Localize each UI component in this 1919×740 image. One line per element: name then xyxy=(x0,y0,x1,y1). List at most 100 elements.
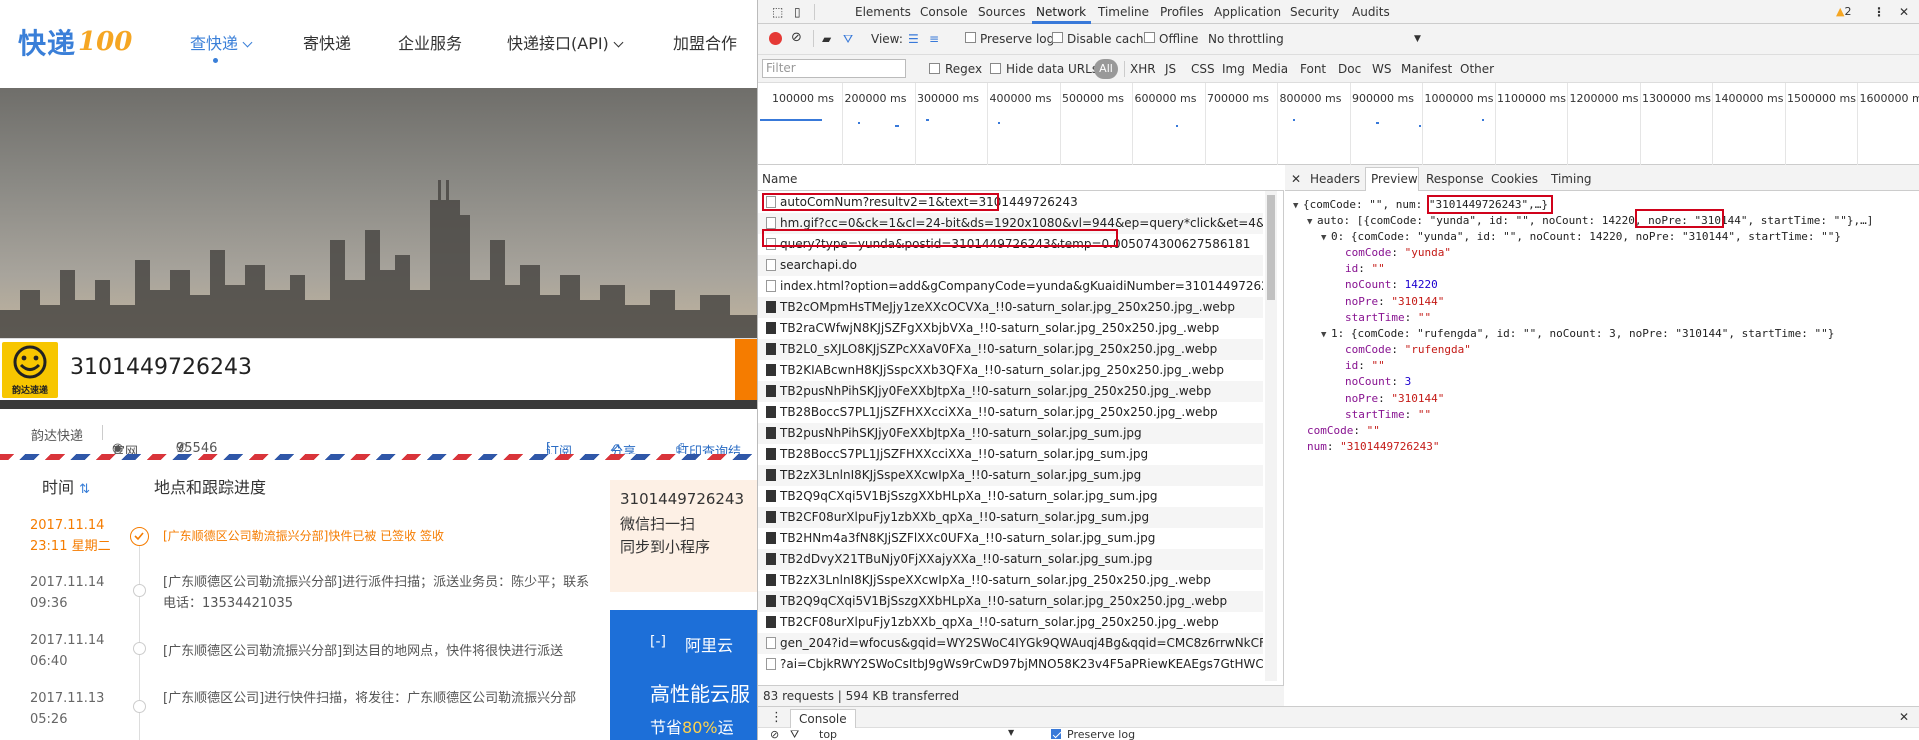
col-time-header[interactable]: 时间 ⇅ xyxy=(42,474,90,498)
json-property[interactable]: comCode: "" xyxy=(1307,424,1380,437)
json-property[interactable]: id: "" xyxy=(1345,359,1385,372)
device-toolbar-icon[interactable]: ▯ xyxy=(794,5,801,19)
json-property[interactable]: startTime: "" xyxy=(1345,311,1431,324)
json-property[interactable]: startTime: "" xyxy=(1345,408,1431,421)
tab-network[interactable]: Network xyxy=(1036,5,1086,19)
expand-triangle-icon[interactable]: ▼ xyxy=(1307,217,1317,227)
expand-triangle-icon[interactable]: ▼ xyxy=(1321,233,1331,243)
tab-profiles[interactable]: Profiles xyxy=(1160,5,1204,19)
filter-type-all[interactable]: All xyxy=(1094,59,1118,79)
json-property[interactable]: noCount: 3 xyxy=(1345,375,1411,388)
request-row[interactable]: ?ai=CbjkRWY2SWoCsItbJ9gWs9rCwD97bjMNO58K… xyxy=(758,654,1263,675)
filter-icon[interactable]: ⛛ xyxy=(843,32,853,47)
filter-type-doc[interactable]: Doc xyxy=(1338,62,1361,76)
console-preserve-log-checkbox[interactable] xyxy=(1051,729,1061,739)
network-overview[interactable]: 100000 ms 200000 ms 300000 ms 400000 ms 5000… xyxy=(758,83,1919,165)
request-row[interactable]: TB28BoccS7PL1JjSZFHXXcciXXa_!!0-saturn_s… xyxy=(758,444,1263,465)
tab-cookies[interactable]: Cookies xyxy=(1491,172,1538,186)
request-row[interactable]: TB2HNm4a3fN8KJjSZFlXXc0UFXa_!!0-saturn_s… xyxy=(758,528,1263,549)
request-row[interactable]: TB2Q9qCXqi5V1BjSszgXXbHLpXa_!!0-saturn_s… xyxy=(758,591,1263,612)
filter-type-img[interactable]: Img xyxy=(1222,62,1245,76)
close-devtools-icon[interactable]: ✕ xyxy=(1899,5,1909,19)
json-item1-line[interactable]: ▼ 1: {comCode: "rufengda", id: "", noCoun… xyxy=(1321,327,1834,340)
request-row[interactable]: TB2cOMpmHsTMeJjy1zeXXcOCVXa_!!0-saturn_s… xyxy=(758,297,1263,318)
filter-type-font[interactable]: Font xyxy=(1300,62,1326,76)
filter-input[interactable]: Filter xyxy=(762,59,906,78)
overview-icon[interactable]: ≡ xyxy=(929,32,939,46)
request-row[interactable]: TB2zX3LnlnI8KJjSspeXXcwIpXa_!!0-saturn_s… xyxy=(758,570,1263,591)
tab-sources[interactable]: Sources xyxy=(978,5,1025,19)
requests-scrollbar[interactable] xyxy=(1265,191,1277,681)
nav-api[interactable]: 快递接口(API) xyxy=(507,30,624,54)
warning-badge[interactable]: ▲2 xyxy=(1836,5,1851,18)
json-auto-line[interactable]: ▼ auto: [{comCode: "yunda", id: "", noCou… xyxy=(1307,214,1873,227)
request-row[interactable]: TB2CF08urXlpuFjy1zbXXb_qpXa_!!0-saturn_s… xyxy=(758,612,1263,633)
request-row[interactable]: TB2raCWfwjN8KJjSZFgXXbjbVXa_!!0-saturn_s… xyxy=(758,318,1263,339)
expand-triangle-icon[interactable]: ▼ xyxy=(1321,330,1331,340)
context-select[interactable]: top xyxy=(819,728,837,740)
request-row[interactable]: TB2Q9qCXqi5V1BjSszgXXbHLpXa_!!0-saturn_s… xyxy=(758,486,1263,507)
close-detail-icon[interactable]: ✕ xyxy=(1291,172,1301,186)
throttling-dropdown-icon[interactable]: ▼ xyxy=(1414,34,1421,44)
clear-icon[interactable]: ⊘ xyxy=(791,30,802,45)
filter-type-ws[interactable]: WS xyxy=(1372,62,1391,76)
site-logo[interactable]: 快递 100 xyxy=(18,22,132,62)
clear-console-icon[interactable]: ⊘ xyxy=(770,728,779,740)
json-property[interactable]: noPre: "310144" xyxy=(1345,392,1444,405)
filter-type-media[interactable]: Media xyxy=(1252,62,1288,76)
request-row[interactable]: TB2pusNhPihSKJjy0FeXXbJtpXa_!!0-saturn_s… xyxy=(758,381,1263,402)
filter-type-xhr[interactable]: XHR xyxy=(1130,62,1156,76)
request-row[interactable]: index.html?option=add&gCompanyCode=yunda… xyxy=(758,276,1263,297)
tab-security[interactable]: Security xyxy=(1290,5,1339,19)
inspect-icon[interactable]: ⬚ xyxy=(772,5,783,19)
scrollbar-thumb[interactable] xyxy=(1267,195,1275,300)
request-row[interactable]: TB2dDvyX21TBuNjy0FjXXajyXXa_!!0-saturn_s… xyxy=(758,549,1263,570)
expand-triangle-icon[interactable]: ▼ xyxy=(1293,201,1303,211)
console-drawer-tab[interactable]: Console xyxy=(790,709,856,728)
tab-timing[interactable]: Timing xyxy=(1551,172,1592,186)
tab-console[interactable]: Console xyxy=(920,5,968,19)
nav-send-parcel[interactable]: 寄快递 xyxy=(303,30,351,54)
filter-type-other[interactable]: Other xyxy=(1460,62,1494,76)
request-row[interactable]: TB2CF08urXlpuFjy1zbXXb_qpXa_!!0-saturn_s… xyxy=(758,507,1263,528)
filter-type-js[interactable]: JS xyxy=(1165,62,1176,76)
throttling-select[interactable]: No throttling xyxy=(1208,32,1284,46)
json-property[interactable]: noPre: "310144" xyxy=(1345,295,1444,308)
context-dropdown-icon[interactable]: ▼ xyxy=(1008,728,1014,737)
filter-type-css[interactable]: CSS xyxy=(1191,62,1215,76)
request-row[interactable]: TB2L0_sXJLO8KJjSZPcXXaV0FXa_!!0-saturn_s… xyxy=(758,339,1263,360)
hide-data-urls-checkbox[interactable] xyxy=(990,63,1001,74)
tab-headers[interactable]: Headers xyxy=(1310,172,1360,186)
large-rows-icon[interactable]: ☰ xyxy=(908,32,919,46)
request-row[interactable]: searchapi.do xyxy=(758,255,1263,276)
request-row[interactable]: TB2zX3LnlnI8KJjSspeXXcwIpXa_!!0-saturn_s… xyxy=(758,465,1263,486)
nav-franchise[interactable]: 加盟合作 xyxy=(673,30,737,54)
tracking-number-input[interactable]: 3101449726243 xyxy=(70,355,252,380)
disable-cache-checkbox[interactable] xyxy=(1052,32,1063,43)
json-property[interactable]: num: "3101449726243" xyxy=(1307,440,1439,453)
nav-enterprise[interactable]: 企业服务 xyxy=(398,30,462,54)
request-row[interactable]: TB2KIABcwnH8KJjSspcXXb3QFXa_!!0-saturn_s… xyxy=(758,360,1263,381)
record-icon[interactable] xyxy=(769,32,782,45)
request-row[interactable]: TB28BoccS7PL1JjSZFHXXcciXXa_!!0-saturn_s… xyxy=(758,402,1263,423)
nav-track-parcel[interactable]: 查快递 xyxy=(190,30,253,54)
close-drawer-icon[interactable]: ✕ xyxy=(1899,710,1909,724)
tab-preview[interactable]: Preview xyxy=(1371,172,1418,186)
tab-elements[interactable]: Elements xyxy=(855,5,911,19)
console-filter-icon[interactable]: ⛛ xyxy=(790,728,799,740)
json-property[interactable]: comCode: "rufengda" xyxy=(1345,343,1471,356)
regex-checkbox[interactable] xyxy=(929,63,940,74)
more-menu-icon[interactable]: ⋮ xyxy=(1873,5,1885,19)
json-property[interactable]: comCode: "yunda" xyxy=(1345,246,1451,259)
json-item0-line[interactable]: ▼ 0: {comCode: "yunda", id: "", noCount: … xyxy=(1321,230,1841,243)
tab-audits[interactable]: Audits xyxy=(1352,5,1390,19)
request-row[interactable]: TB2pusNhPihSKJjy0FeXXbJtpXa_!!0-saturn_s… xyxy=(758,423,1263,444)
tab-application[interactable]: Application xyxy=(1214,5,1281,19)
filter-type-manifest[interactable]: Manifest xyxy=(1401,62,1452,76)
search-button[interactable] xyxy=(735,339,757,401)
tab-response[interactable]: Response xyxy=(1426,172,1484,186)
aliyun-ad[interactable]: [-] 阿里云 高性能云服 节省80%运 xyxy=(610,610,757,740)
preserve-log-checkbox[interactable] xyxy=(965,32,976,43)
drawer-menu-icon[interactable]: ⋮ xyxy=(770,710,783,725)
json-property[interactable]: id: "" xyxy=(1345,262,1385,275)
